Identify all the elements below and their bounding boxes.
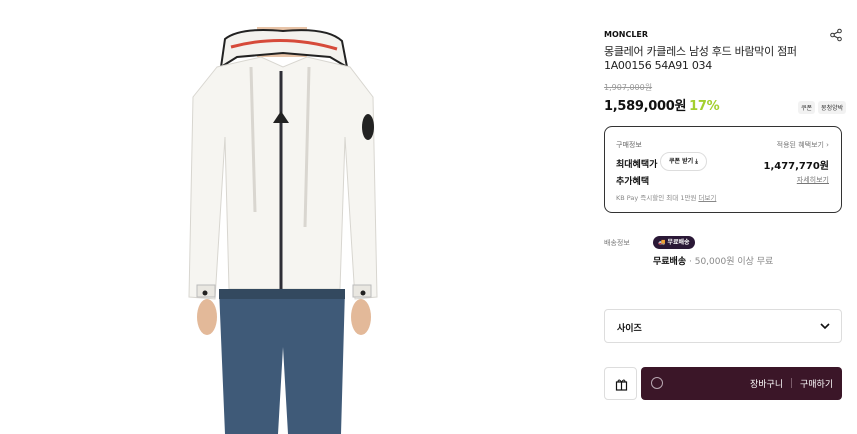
chevron-down-icon [820,323,830,330]
badge-text: 무료배송 [667,239,690,246]
benefit-title: 구매정보 [616,141,642,149]
tag-coupon: 쿠폰 [798,101,816,114]
original-price: 1,907,000원 [604,83,653,92]
max-benefit-label: 최대혜택가 [616,160,658,170]
size-select[interactable]: 사이즈 [604,309,842,343]
product-title: 몽클레어 카클레스 남성 후드 바람막이 점퍼 1A00156 54A91 03… [604,45,797,72]
tag-delivery: 몽청양박 [818,101,847,114]
sale-price: 1,589,000원 [604,99,687,114]
share-icon[interactable] [829,27,843,42]
spinner-icon [651,377,663,389]
max-benefit-price: 1,477,770원 [763,161,829,172]
shipping-info: 무료배송 · 50,000원 이상 무료 [653,254,773,267]
brand-name[interactable]: MONCLER [604,30,648,39]
button-divider [791,378,792,388]
shipping-condition: · 50,000원 이상 무료 [689,257,774,267]
detail-link[interactable]: 자세히보기 [797,175,829,185]
purchase-bar: 장바구니 구매하기 [641,367,842,400]
kb-pay-text: KB Pay 즉시할인 최대 1만원 [616,194,697,202]
benefit-box: 구매정보 적용된 혜택보기 › 최대혜택가 쿠폰 받기 ⤓ 1,477,770원… [604,126,842,213]
product-image [185,27,395,434]
price-row: 1,589,000원 17% [604,95,720,114]
free-shipping-badge: 🚚 무료배송 [653,236,695,249]
coupon-download-button[interactable]: 쿠폰 받기 ⤓ [660,152,707,171]
buy-now-button[interactable]: 구매하기 [800,377,833,390]
truck-icon: 🚚 [658,239,666,246]
free-shipping-text: 무료배송 [653,257,687,267]
discount-rate: 17% [689,99,720,114]
size-label: 사이즈 [617,324,642,334]
add-to-cart-button[interactable]: 장바구니 [750,377,783,390]
applied-benefits-link[interactable]: 적용된 혜택보기 › [777,140,829,150]
kb-pay-promo: KB Pay 즉시할인 최대 1만원 더보기 [616,192,716,202]
shipping-label: 배송정보 [604,239,630,247]
gift-button[interactable] [604,367,637,400]
extra-benefit-label: 추가혜택 [616,177,650,187]
gift-icon [615,379,628,391]
kb-more-link[interactable]: 더보기 [698,194,716,202]
tag-list: 쿠폰 몽청양박 [798,101,847,114]
